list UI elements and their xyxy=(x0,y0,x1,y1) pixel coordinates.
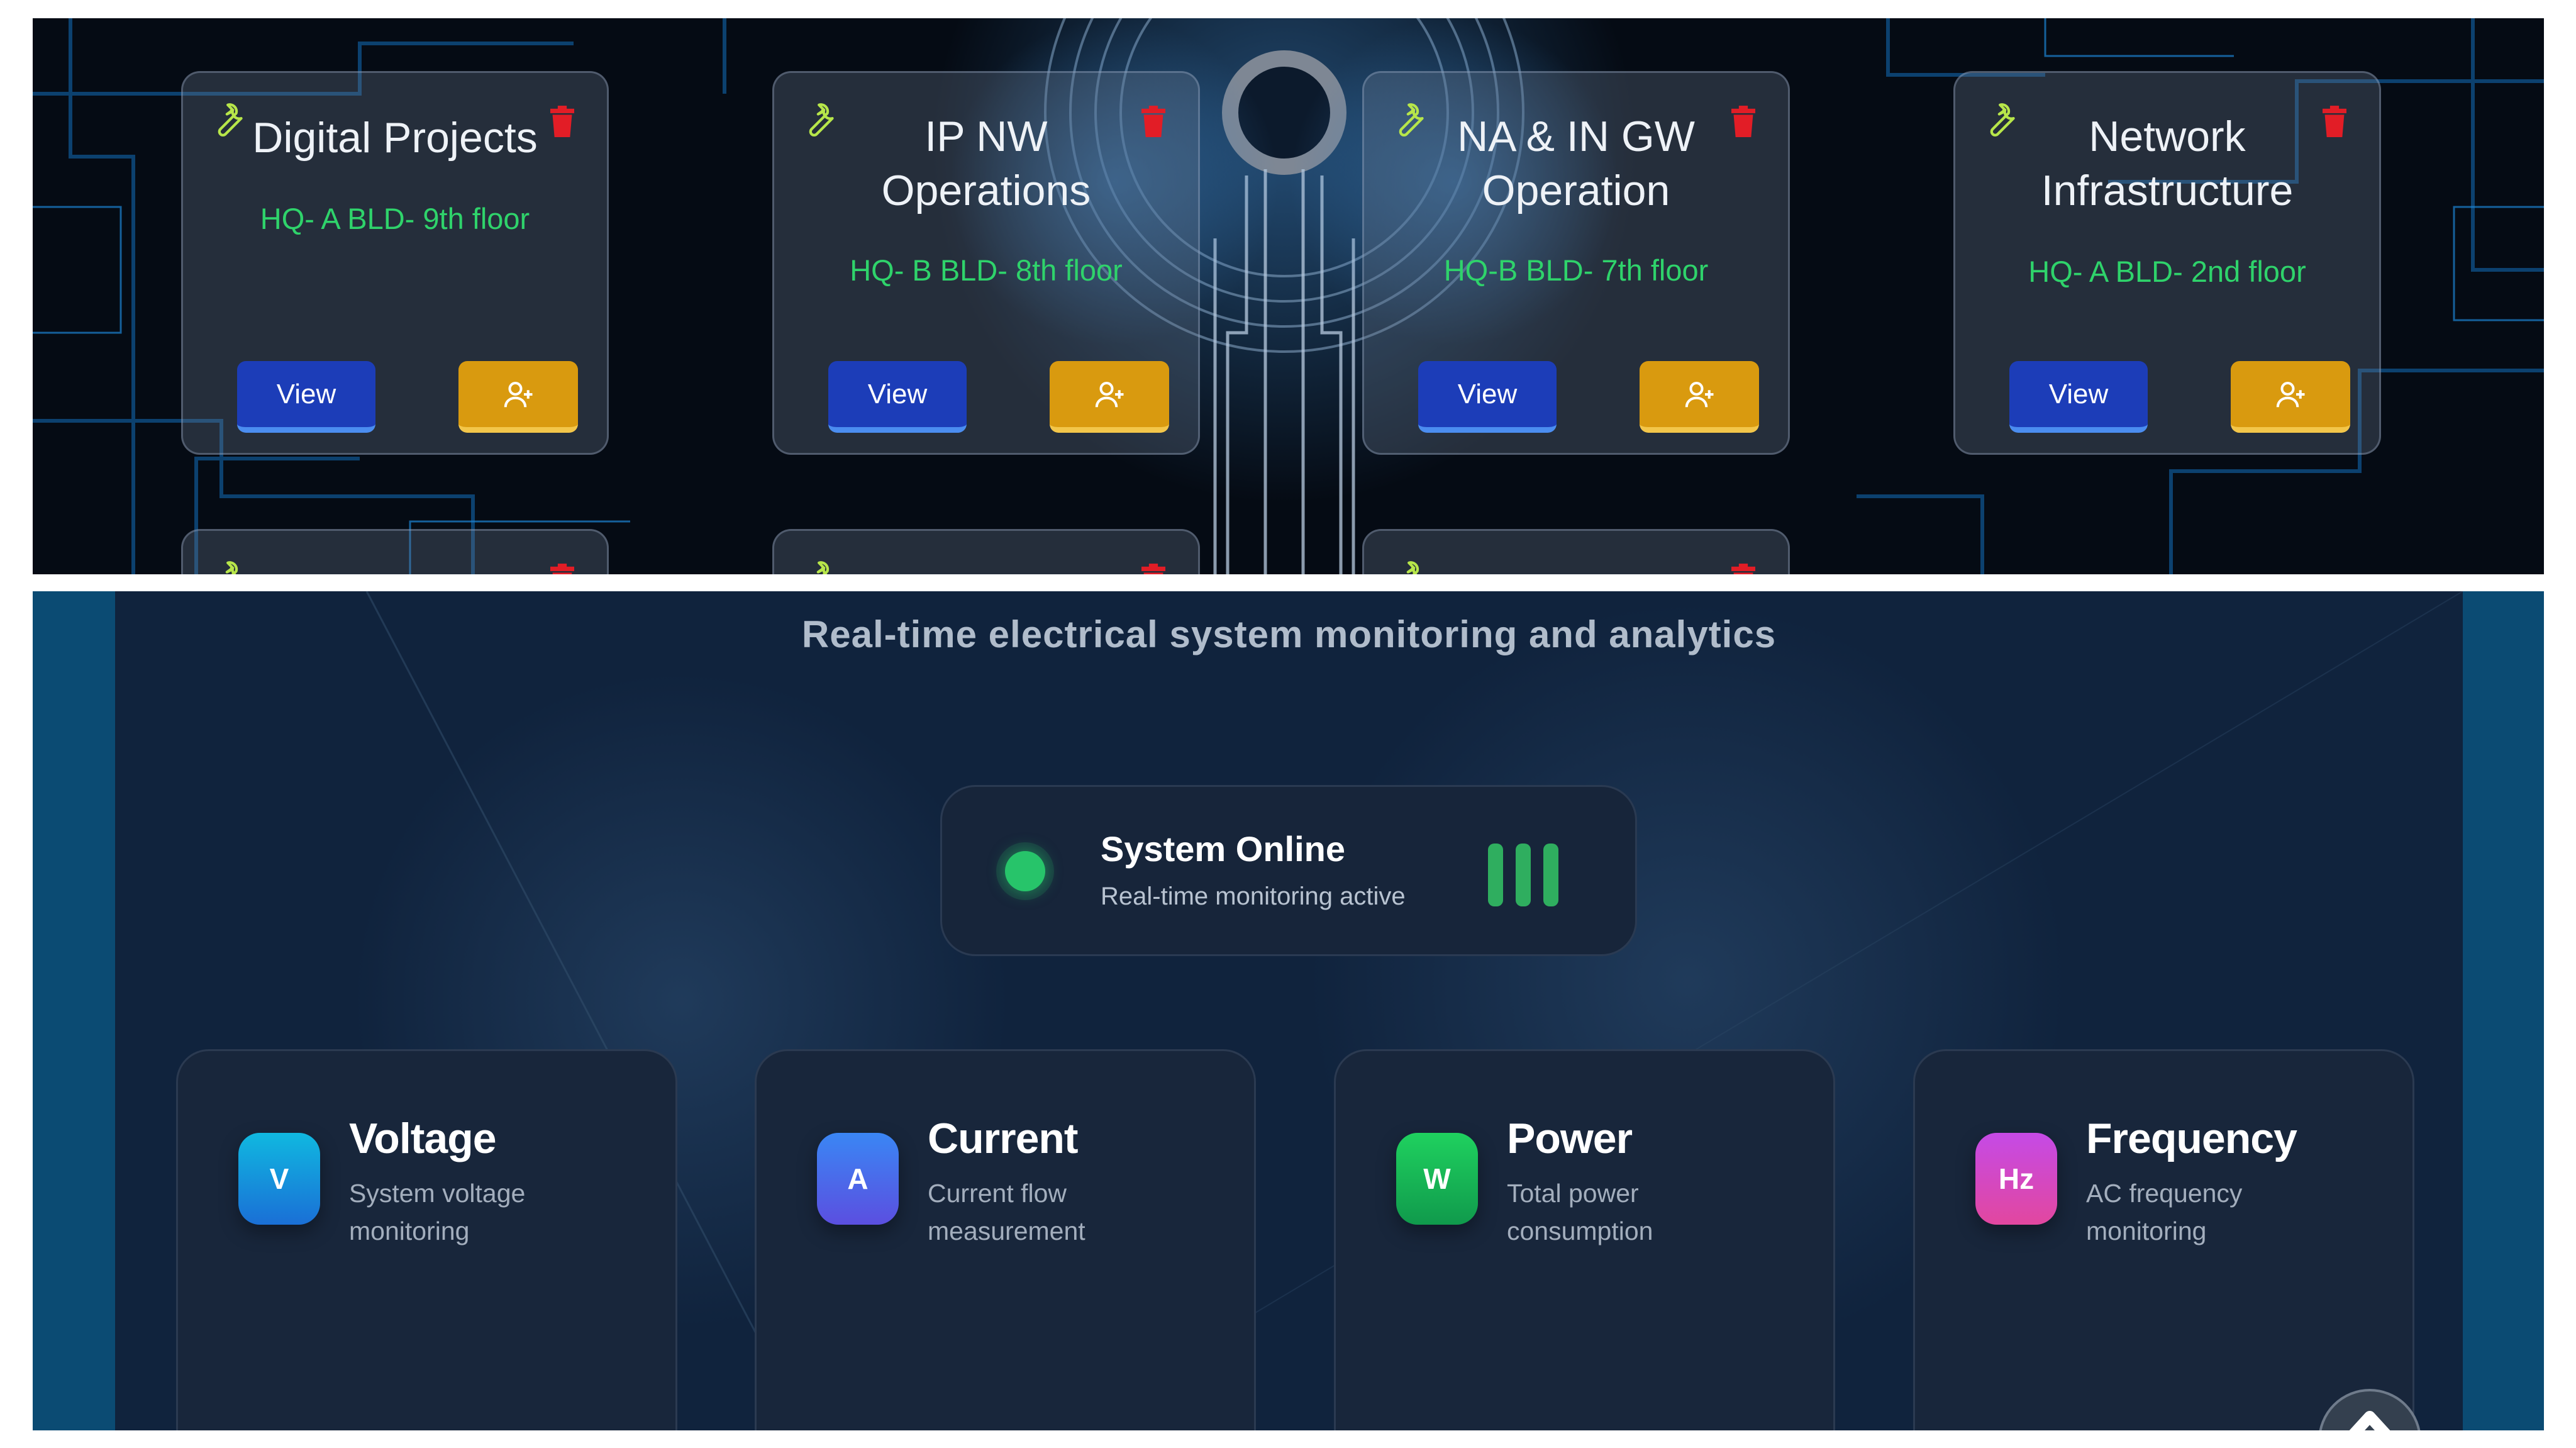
room-card-partial xyxy=(1362,529,1790,574)
trash-icon[interactable] xyxy=(1731,564,1755,574)
room-card: Network Infrastructure HQ- A BLD- 2nd fl… xyxy=(1953,71,2381,455)
metric-description: Total power consumption xyxy=(1507,1179,1653,1245)
room-card: IP NW Operations HQ- B BLD- 8th floor Vi… xyxy=(772,71,1200,455)
wrench-icon[interactable] xyxy=(799,99,840,140)
wrench-icon[interactable] xyxy=(799,557,840,574)
power-icon: W xyxy=(1396,1133,1478,1225)
user-plus-icon xyxy=(1685,381,1714,407)
room-name: Digital Projects xyxy=(252,114,538,162)
status-title: System Online xyxy=(1101,829,1346,869)
view-button[interactable]: View xyxy=(237,361,375,433)
metric-card-power[interactable]: W Power Total power consumption xyxy=(1334,1049,1835,1430)
voltage-icon: V xyxy=(238,1133,320,1225)
status-dot-icon xyxy=(1005,851,1045,891)
wrench-icon[interactable] xyxy=(208,557,248,574)
assign-user-button[interactable] xyxy=(458,361,578,433)
room-grid-panel: Digital Projects HQ- A BLD- 9th floor Vi… xyxy=(33,18,2544,574)
room-name: Network Infrastructure xyxy=(2041,113,2294,214)
room-location: HQ- A BLD- 9th floor xyxy=(260,202,530,235)
room-location: HQ- B BLD- 8th floor xyxy=(850,253,1123,287)
signal-bars-icon xyxy=(1488,844,1563,906)
trash-icon[interactable] xyxy=(550,106,574,137)
page-subtitle: Real-time electrical system monitoring a… xyxy=(801,613,1777,655)
trash-icon[interactable] xyxy=(1141,564,1165,574)
metric-description: System voltage monitoring xyxy=(349,1179,526,1245)
metric-card-current[interactable]: A Current Current flow measurement xyxy=(755,1049,1256,1430)
view-button[interactable]: View xyxy=(2009,361,2148,433)
user-plus-icon xyxy=(504,381,533,407)
room-name: IP NW Operations xyxy=(881,113,1091,214)
metric-title: Frequency xyxy=(2086,1115,2297,1162)
current-icon: A xyxy=(817,1133,899,1225)
room-card: Digital Projects HQ- A BLD- 9th floor Vi… xyxy=(181,71,609,455)
metric-title: Power xyxy=(1507,1115,1633,1162)
trash-icon[interactable] xyxy=(1141,106,1165,137)
wrench-icon[interactable] xyxy=(1980,99,2021,140)
assign-user-button[interactable] xyxy=(2231,361,2350,433)
room-card: NA & IN GW Operation HQ-B BLD- 7th floor… xyxy=(1362,71,1790,455)
metric-card-frequency[interactable]: Hz Frequency AC frequency monitoring xyxy=(1913,1049,2414,1430)
view-button[interactable]: View xyxy=(1418,361,1557,433)
trash-icon[interactable] xyxy=(1731,106,1755,137)
metric-title: Voltage xyxy=(349,1115,497,1162)
status-subtitle: Real-time monitoring active xyxy=(1101,883,1406,910)
view-button[interactable]: View xyxy=(828,361,967,433)
room-card-partial xyxy=(181,529,609,574)
frequency-icon: Hz xyxy=(1975,1133,2057,1225)
room-location: HQ- A BLD- 2nd floor xyxy=(2028,255,2306,288)
room-name: NA & IN GW Operation xyxy=(1457,113,1695,214)
user-plus-icon xyxy=(1095,381,1124,407)
user-plus-icon xyxy=(2276,381,2305,407)
wrench-icon[interactable] xyxy=(208,99,248,140)
metric-title: Current xyxy=(928,1115,1079,1162)
monitoring-content: Real-time electrical system monitoring a… xyxy=(115,591,2463,1430)
monitoring-panel: Real-time electrical system monitoring a… xyxy=(33,591,2544,1430)
system-status-card: System Online Real-time monitoring activ… xyxy=(940,785,1637,956)
room-location: HQ-B BLD- 7th floor xyxy=(1443,253,1709,287)
page-footer-gap xyxy=(0,1430,2576,1448)
chevron-up-icon xyxy=(2349,1411,2390,1430)
wrench-icon[interactable] xyxy=(1389,99,1430,140)
trash-icon[interactable] xyxy=(550,564,574,574)
metric-card-voltage[interactable]: V Voltage System voltage monitoring xyxy=(176,1049,677,1430)
assign-user-button[interactable] xyxy=(1050,361,1169,433)
assign-user-button[interactable] xyxy=(1640,361,1759,433)
metric-description: Current flow measurement xyxy=(928,1179,1085,1245)
room-card-partial xyxy=(772,529,1200,574)
trash-icon[interactable] xyxy=(2323,106,2346,137)
metric-description: AC frequency monitoring xyxy=(2086,1179,2243,1245)
wrench-icon[interactable] xyxy=(1389,557,1430,574)
